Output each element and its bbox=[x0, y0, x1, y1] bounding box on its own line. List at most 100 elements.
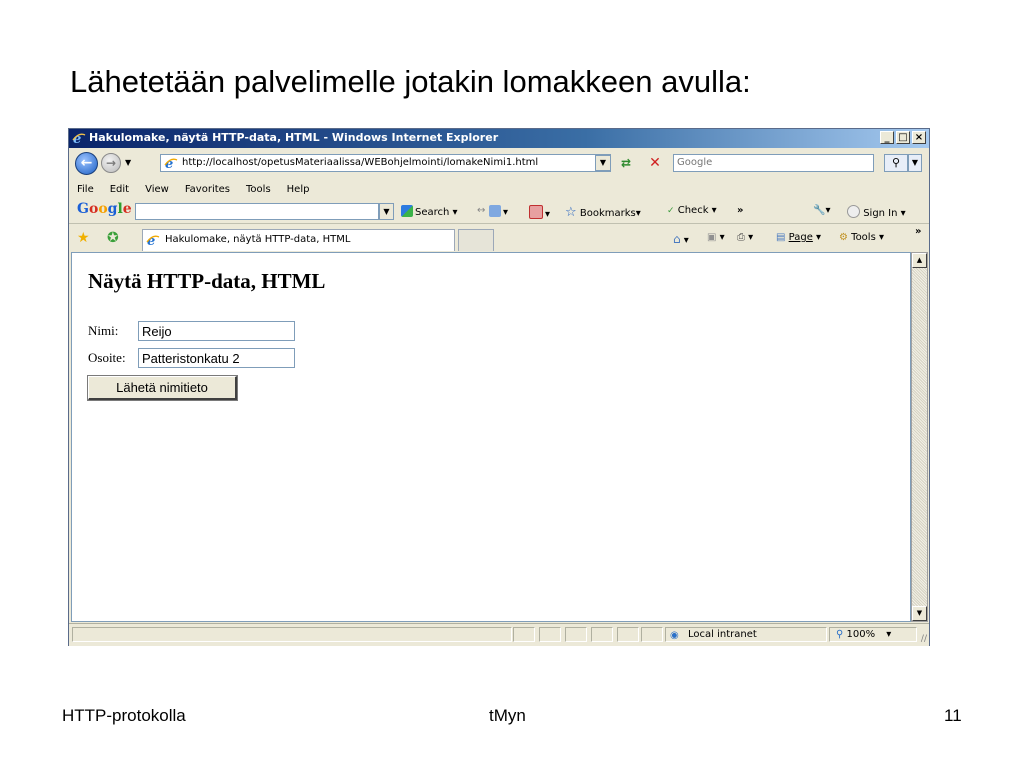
sign-in-button[interactable]: Sign In ▾ bbox=[847, 205, 906, 219]
tab-ie-icon: e bbox=[146, 233, 160, 247]
printer-icon: ⎙ bbox=[737, 232, 745, 243]
status-cell bbox=[539, 627, 561, 642]
page-icon: ▤ bbox=[776, 232, 786, 243]
tools-menu-button[interactable]: ⚙ Tools ▾ bbox=[839, 232, 884, 243]
slide-number: 11 bbox=[944, 706, 962, 725]
minimize-button[interactable]: _ bbox=[880, 131, 894, 144]
spellcheck-icon: ✓ bbox=[667, 206, 675, 216]
name-label: Nimi: bbox=[88, 323, 119, 338]
status-cell bbox=[513, 627, 535, 642]
close-button[interactable]: × bbox=[912, 131, 926, 144]
plus-puzzle-icon[interactable]: ▾ bbox=[489, 205, 508, 218]
sign-in-label: Sign In bbox=[863, 208, 898, 219]
address-bar[interactable]: e http://localhost/opetusMateriaalissa/W… bbox=[160, 154, 611, 172]
zoom-magnifier-icon: ⚲ bbox=[836, 629, 844, 640]
address-input[interactable] bbox=[138, 348, 295, 368]
status-bar: ◉ Local intranet ⚲ 100% ▾ ∕∕ bbox=[69, 623, 929, 646]
tab-row: ★ ✪ e Hakulomake, näytä HTTP-data, HTML … bbox=[69, 223, 929, 252]
home-button[interactable]: ⌂ ▾ bbox=[673, 232, 689, 246]
window-controls: _ □ × bbox=[880, 131, 926, 144]
favorites-star-icon[interactable]: ★ bbox=[77, 230, 90, 246]
google-search-icon bbox=[401, 205, 413, 217]
status-cell bbox=[565, 627, 587, 642]
browser-window: e Hakulomake, näytä HTTP-data, HTML - Wi… bbox=[68, 128, 930, 646]
search-box[interactable] bbox=[673, 154, 874, 172]
search-input[interactable] bbox=[677, 157, 867, 168]
slide-title: Lähetetään palvelimelle jotakin lomakkee… bbox=[70, 64, 751, 99]
google-search-label: Search bbox=[415, 207, 450, 218]
scroll-down-arrow-icon[interactable]: ▼ bbox=[912, 606, 927, 621]
google-search-button[interactable]: Search ▾ bbox=[401, 205, 458, 218]
name-input[interactable] bbox=[138, 321, 295, 341]
tools-menu-label: Tools bbox=[851, 232, 876, 243]
page-menu-button[interactable]: ▤ Page ▾ bbox=[776, 232, 821, 243]
recent-pages-dropdown-icon[interactable]: ▼ bbox=[125, 158, 131, 167]
more-tools-chevron[interactable]: » bbox=[737, 205, 743, 216]
back-arrow-icon: ← bbox=[80, 155, 93, 171]
wrench-icon[interactable]: 🔧▾ bbox=[813, 205, 830, 216]
google-toolbar: Google ▼ Search ▾ ↔ ▾ ▾ ☆ Bookmarks▾ ✓ C… bbox=[69, 199, 929, 223]
rss-feed-icon: ▣ bbox=[707, 232, 717, 243]
add-favorites-icon[interactable]: ✪ bbox=[107, 230, 119, 246]
status-cell bbox=[617, 627, 639, 642]
menu-favorites[interactable]: Favorites bbox=[185, 184, 230, 195]
address-url[interactable]: http://localhost/opetusMateriaalissa/WEB… bbox=[182, 157, 538, 168]
address-label: Osoite: bbox=[88, 350, 126, 365]
maximize-button[interactable]: □ bbox=[896, 131, 910, 144]
window-titlebar[interactable]: e Hakulomake, näytä HTTP-data, HTML - Wi… bbox=[69, 129, 929, 148]
vertical-scrollbar[interactable]: ▲ ▼ bbox=[911, 252, 928, 622]
menu-file[interactable]: File bbox=[77, 184, 94, 195]
popup-blocker-icon[interactable]: ▾ bbox=[529, 205, 550, 220]
gear-icon: ⚙ bbox=[839, 232, 848, 243]
google-search-dropdown[interactable]: ▼ bbox=[379, 203, 394, 220]
zoom-dropdown-icon[interactable]: ▾ bbox=[886, 629, 891, 640]
status-cell bbox=[591, 627, 613, 642]
tab-title: Hakulomake, näytä HTTP-data, HTML bbox=[165, 234, 351, 245]
footer-left: HTTP-protokolla bbox=[62, 706, 186, 725]
google-search-input[interactable] bbox=[135, 203, 379, 220]
menu-edit[interactable]: Edit bbox=[110, 184, 129, 195]
back-button[interactable]: ← bbox=[75, 152, 98, 175]
star-outline-icon: ☆ bbox=[565, 205, 577, 220]
ie-logo-icon: e bbox=[72, 131, 86, 145]
menu-tools[interactable]: Tools bbox=[246, 184, 271, 195]
status-text-area bbox=[72, 627, 512, 642]
page-menu-label: Page bbox=[788, 232, 813, 243]
google-bookmarks-button[interactable]: ☆ Bookmarks▾ bbox=[565, 205, 641, 220]
status-cell bbox=[641, 627, 663, 642]
print-button[interactable]: ⎙ ▾ bbox=[737, 232, 753, 243]
feeds-button[interactable]: ▣ ▾ bbox=[707, 232, 725, 243]
submit-button[interactable]: Lähetä nimitieto bbox=[87, 375, 238, 401]
page-content: Näytä HTTP-data, HTML Nimi: Osoite: Lähe… bbox=[71, 252, 911, 622]
menu-view[interactable]: View bbox=[145, 184, 169, 195]
stop-icon[interactable]: ✕ bbox=[645, 155, 665, 171]
forward-button[interactable]: → bbox=[101, 153, 121, 173]
security-zone-label: Local intranet bbox=[688, 629, 757, 640]
user-circle-icon bbox=[847, 205, 860, 218]
forward-arrow-icon: → bbox=[105, 156, 117, 170]
google-bookmarks-label: Bookmarks bbox=[579, 208, 636, 219]
home-icon: ⌂ bbox=[673, 232, 681, 246]
address-toolbar: ← → ▼ e http://localhost/opetusMateriaal… bbox=[69, 148, 929, 179]
footer-center: tMyn bbox=[489, 706, 526, 725]
zoom-control[interactable]: ⚲ 100% ▾ bbox=[829, 627, 917, 642]
arrows-icon[interactable]: ↔ bbox=[477, 205, 485, 216]
menu-help[interactable]: Help bbox=[287, 184, 310, 195]
search-options-dropdown[interactable]: ▼ bbox=[908, 154, 922, 172]
spellcheck-label: Check bbox=[677, 205, 709, 216]
tab-current[interactable]: e Hakulomake, näytä HTTP-data, HTML bbox=[142, 229, 455, 251]
security-zone[interactable]: ◉ Local intranet bbox=[665, 627, 827, 642]
refresh-icon[interactable]: ⇄ bbox=[616, 155, 636, 171]
local-intranet-icon: ◉ bbox=[670, 630, 679, 641]
scroll-up-arrow-icon[interactable]: ▲ bbox=[912, 253, 927, 268]
search-go-button[interactable]: ⚲ bbox=[884, 154, 908, 172]
resize-grip-icon[interactable]: ∕∕ bbox=[921, 634, 927, 644]
new-tab-button[interactable] bbox=[458, 229, 494, 251]
page-heading: Näytä HTTP-data, HTML bbox=[88, 269, 326, 293]
address-dropdown-button[interactable]: ▼ bbox=[595, 155, 611, 171]
zoom-level: 100% bbox=[846, 629, 876, 640]
command-bar-chevron[interactable]: » bbox=[915, 226, 921, 237]
google-logo: Google bbox=[77, 201, 132, 217]
spellcheck-button[interactable]: ✓ Check ▾ bbox=[667, 205, 717, 216]
menu-bar: File Edit View Favorites Tools Help bbox=[69, 179, 929, 199]
